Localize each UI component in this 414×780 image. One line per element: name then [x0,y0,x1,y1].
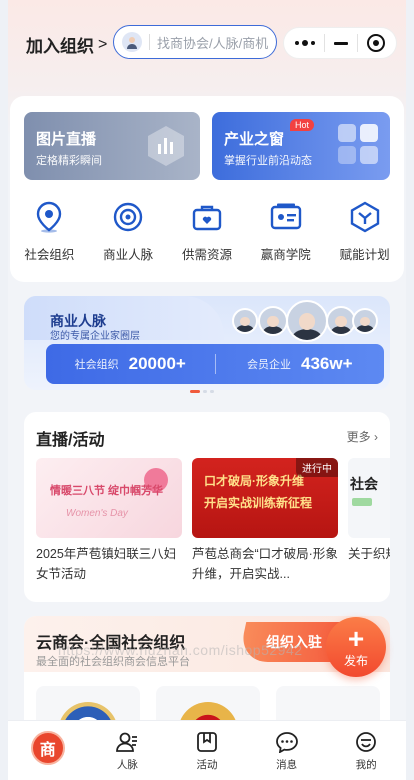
chevron-right-icon: > [98,35,108,53]
search-divider [149,34,150,50]
people-icon [114,729,140,755]
bookmark-icon [194,729,220,755]
more-dots-icon[interactable] [294,40,315,46]
network-subtitle: 您的专属企业家圈层 [50,331,140,342]
activity-caption: 关于织规 [348,547,390,561]
app-frame: 加入组织 > 找商协会/人脉/商机 图片直播 定格精彩瞬间 产业之窗 掌握行业前… [8,0,406,780]
smile-face-icon [353,729,379,755]
hexagon-chart-icon [148,126,184,166]
stat-member-companies: 会员企业 436w+ [216,354,385,374]
tab-messages[interactable]: 消息 [247,721,327,780]
activity-image-text: 社会 [350,476,378,492]
capsule-divider [357,34,359,52]
activity-image-decoration [352,498,372,506]
activity-card[interactable]: 社会 关于织规 [348,458,390,584]
activity-image: 口才破局·形象升维 开启实战训练新征程 进行中 [192,458,338,538]
grid-cursor-icon [338,124,378,164]
chevron-right-icon: › [374,430,378,444]
quick-nav-label: 社会组织 [24,248,75,262]
status-badge: 进行中 [296,458,338,477]
close-miniprogram-icon[interactable] [367,34,386,52]
section-title: 直播/活动 [36,432,105,449]
carousel-indicator [190,390,214,393]
location-pin-icon [32,200,66,234]
feature-card: 图片直播 定格精彩瞬间 产业之窗 掌握行业前沿动态 Hot 社会组织 商业人脉 … [10,96,404,282]
activity-image-text: 口才破局·形象升维 [204,474,304,488]
join-org-label: 加入组织 [26,37,94,56]
activity-caption: 芦苞总商会“口才破局·形象升维，开启实战... [192,547,338,581]
quick-nav-label: 赋能计划 [339,248,390,262]
quick-nav-academy[interactable]: 赢商学院 [248,200,324,263]
watermark: https://www.huzhan.com/ishop52942 [58,642,303,658]
avatar [286,300,328,342]
tab-network[interactable]: 人脉 [88,721,168,780]
stat-social-org: 社会组织 20000+ [46,354,215,374]
quick-nav-label: 赢商学院 [260,248,311,262]
activity-image-text: 开启实战训练新征程 [204,496,313,510]
tab-home[interactable]: 商 [8,721,88,780]
stat-label: 社会组织 [74,359,119,371]
business-network-banner[interactable]: 商业人脉 您的专属企业家圈层 社会组织 20000+ 会员企业 436w+ [24,296,390,390]
live-activities-section: 直播/活动 更多 › 情暖三八节 绽巾帼芳华 Women's Day 2025年… [24,412,390,602]
activity-image-text: Women's Day [66,508,128,519]
tab-activities[interactable]: 活动 [167,721,247,780]
publish-label: 发布 [343,653,368,668]
tab-profile[interactable]: 我的 [326,721,406,780]
search-placeholder: 找商协会/人脉/商机 [157,35,269,51]
miniprogram-capsule [283,27,397,59]
hot-badge: Hot [290,119,315,131]
activity-image: 情暖三八节 绽巾帼芳华 Women's Day [36,458,182,538]
photo-live-banner[interactable]: 图片直播 定格精彩瞬间 [24,112,200,180]
tab-label: 消息 [276,759,298,771]
quick-nav-label: 供需资源 [181,248,232,262]
plus-icon: + [347,622,365,654]
tab-label: 我的 [355,759,377,771]
activity-caption: 2025年芦苞镇妇联三八妇女节活动 [36,547,177,581]
target-icon [111,200,145,234]
activity-card[interactable]: 口才破局·形象升维 开启实战训练新征程 进行中 芦苞总商会“口才破局·形象升维，… [192,458,338,584]
tab-label: 人脉 [116,759,138,771]
entrepreneur-avatars [224,300,378,342]
briefcase-heart-icon [190,200,224,234]
network-stats: 社会组织 20000+ 会员企业 436w+ [46,344,384,384]
quick-nav: 社会组织 商业人脉 供需资源 赢商学院 赋能计划 [10,200,404,263]
avatar [232,308,258,334]
home-logo-icon: 商 [30,731,65,765]
industry-window-banner[interactable]: 产业之窗 掌握行业前沿动态 Hot [212,112,390,180]
capsule-divider [323,34,325,52]
activity-image: 社会 [348,458,390,538]
quick-nav-business-network[interactable]: 商业人脉 [90,200,166,263]
stat-value: 436w+ [300,354,353,373]
tab-label: 活动 [196,759,218,771]
quick-nav-empower-plan[interactable]: 赋能计划 [327,200,403,263]
chat-bubble-icon [274,729,300,755]
quick-nav-label: 商业人脉 [103,248,154,262]
stat-value: 20000+ [128,354,186,373]
quick-nav-supply-demand[interactable]: 供需资源 [169,200,245,263]
hexagon-check-icon [348,200,382,234]
id-card-icon [269,200,303,234]
activity-card[interactable]: 情暖三八节 绽巾帼芳华 Women's Day 2025年芦苞镇妇联三八妇女节活… [36,458,182,584]
avatar [352,308,378,334]
publish-button[interactable]: + 发布 [326,617,386,677]
user-avatar-icon [122,32,142,52]
minimize-icon[interactable] [333,41,348,45]
stat-label: 会员企业 [246,359,291,371]
search-input[interactable]: 找商协会/人脉/商机 [113,25,277,59]
activity-image-text: 情暖三八节 绽巾帼芳华 [50,485,164,497]
join-org-link[interactable]: 加入组织 > [26,32,107,57]
more-link[interactable]: 更多 › [347,428,378,445]
avatar [258,306,288,336]
bottom-tabbar: 商 人脉 活动 消息 我的 [8,720,406,780]
more-label: 更多 [346,430,371,444]
quick-nav-social-org[interactable]: 社会组织 [11,200,87,263]
